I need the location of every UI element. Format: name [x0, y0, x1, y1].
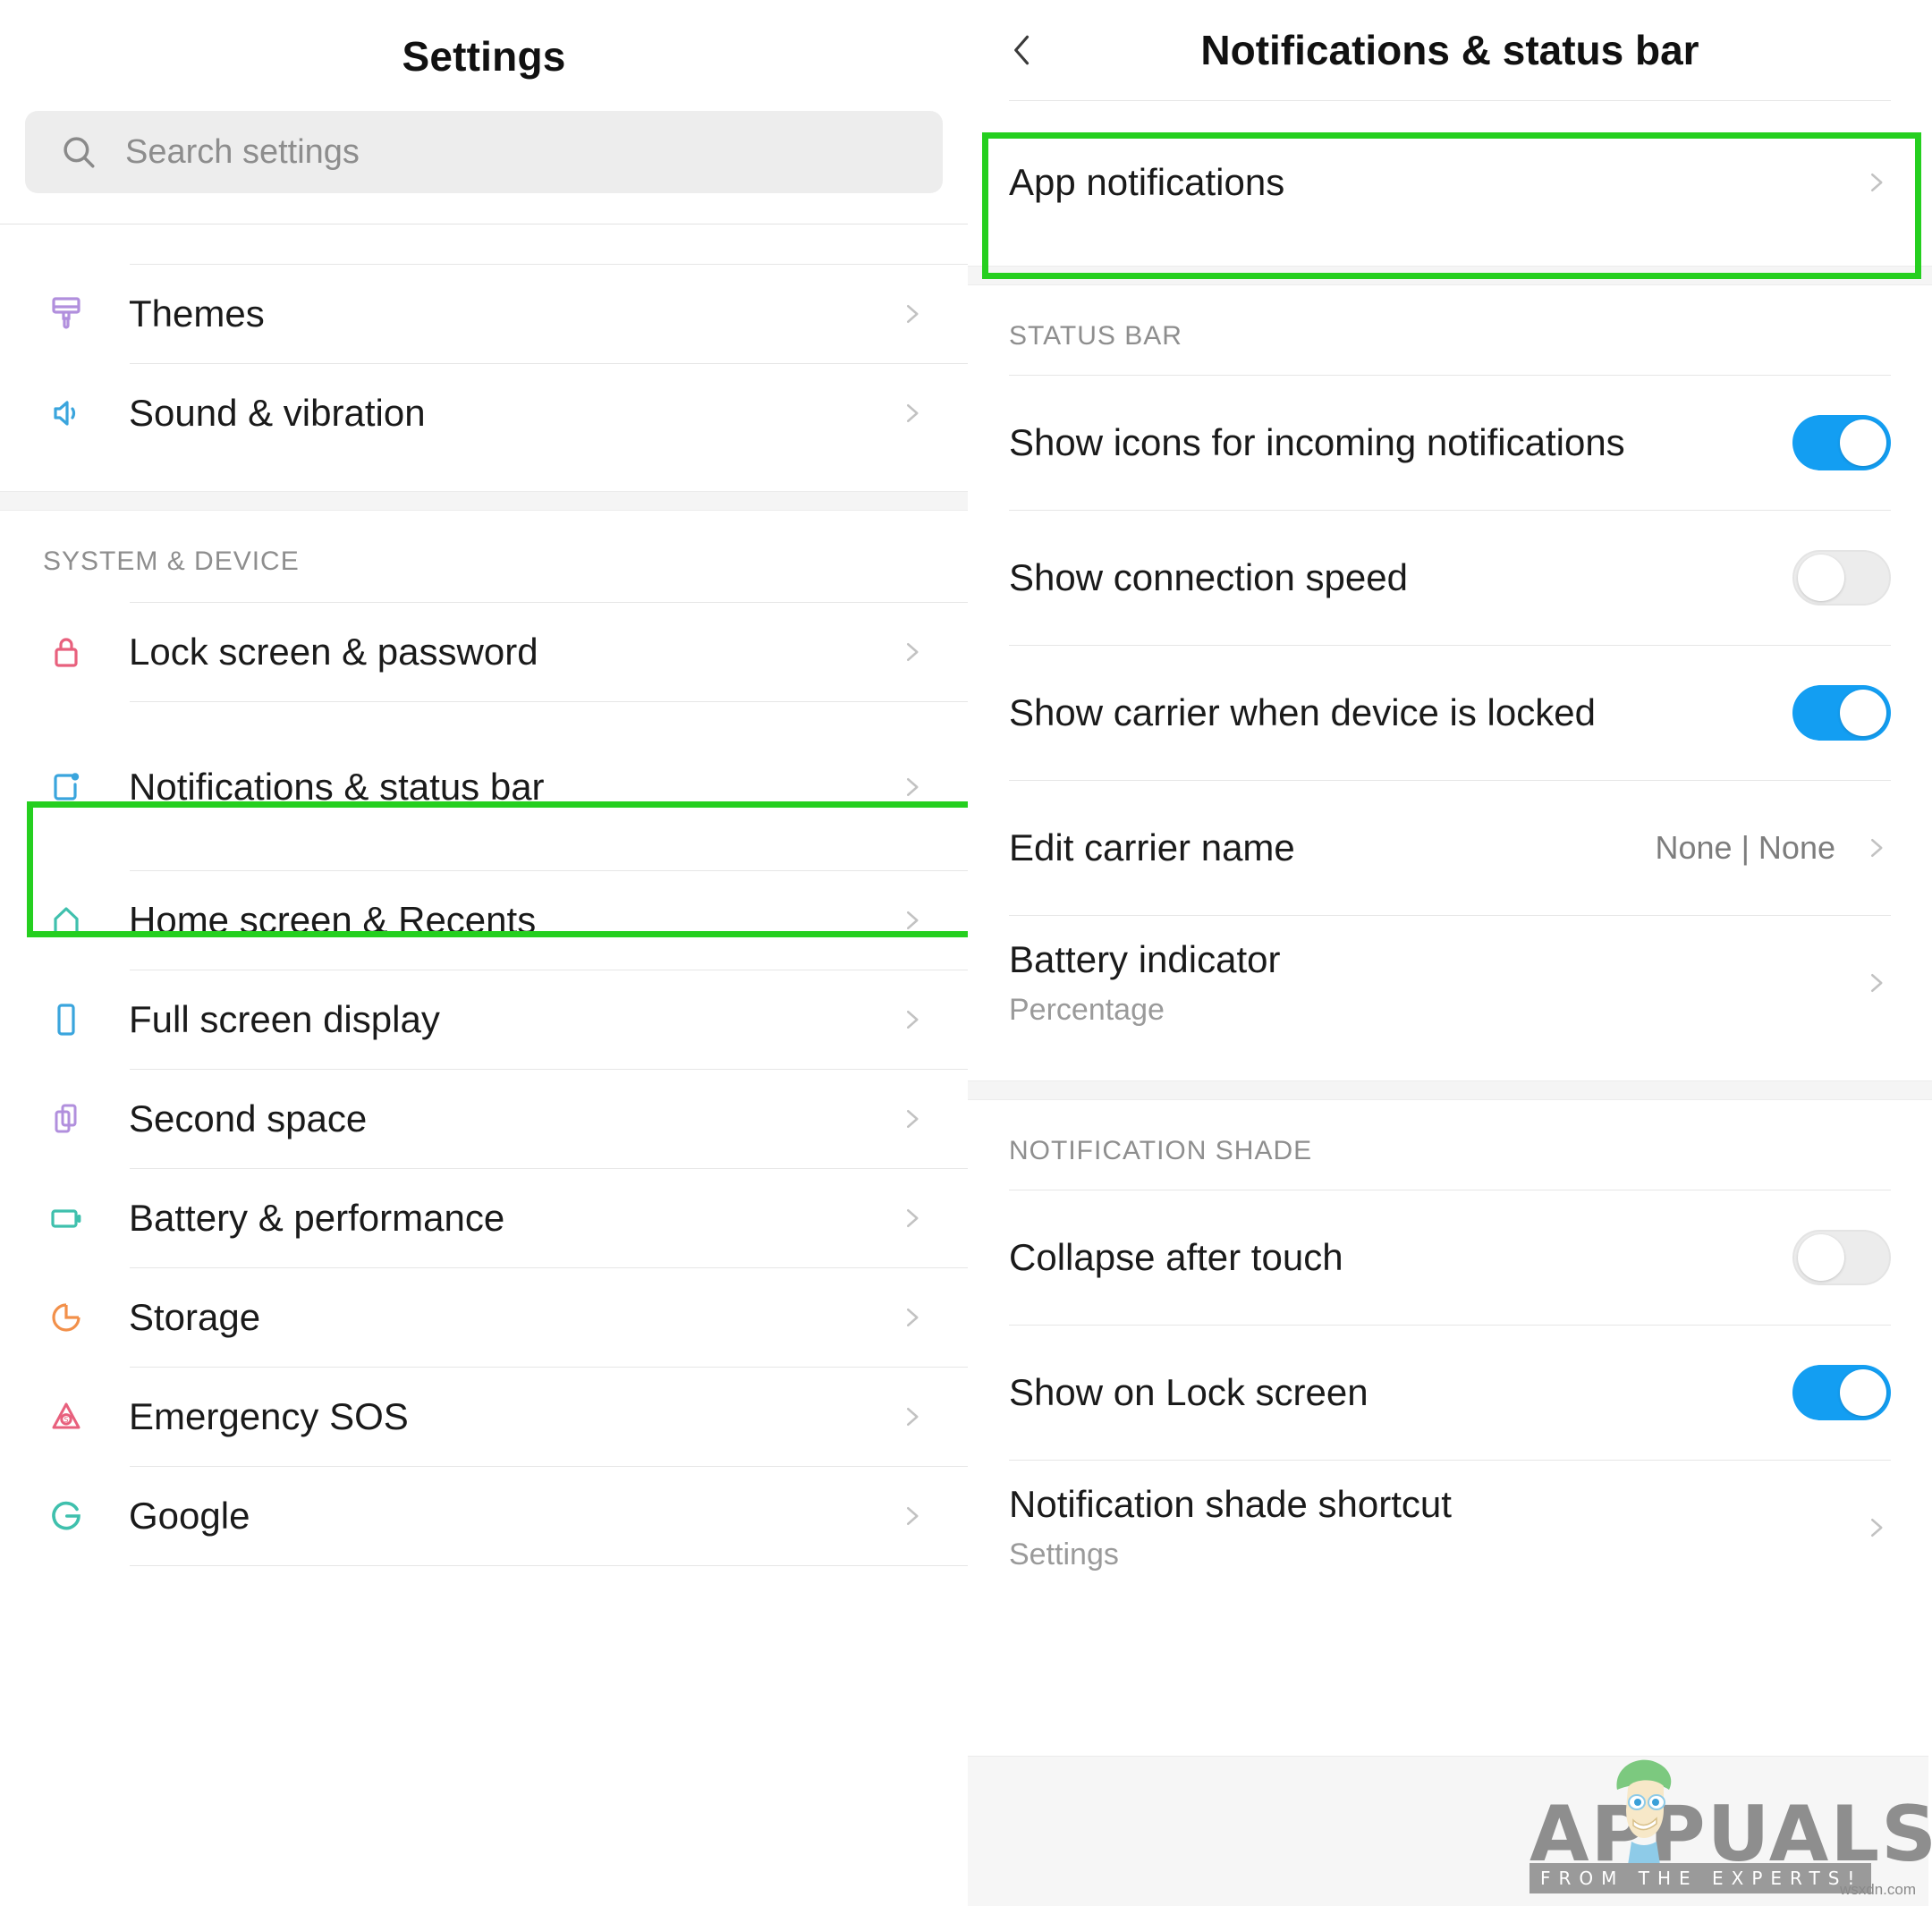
chevron-right-icon — [896, 299, 927, 329]
sidebar-item-storage[interactable]: Storage — [0, 1268, 968, 1367]
row-label: Notification shade shortcut — [1009, 1483, 1452, 1526]
chevron-right-icon — [896, 1104, 927, 1134]
elf-mascot-icon — [1616, 1759, 1672, 1865]
speaker-icon — [38, 392, 95, 435]
sidebar-item-label: Storage — [129, 1296, 261, 1338]
row-label: Show carrier when device is locked — [1009, 690, 1596, 733]
chevron-right-icon — [896, 637, 927, 667]
row-label: Show icons for incoming notifications — [1009, 420, 1625, 463]
toggle-show-on-lock-screen[interactable] — [1792, 1365, 1891, 1420]
phone-icon — [38, 998, 95, 1041]
sidebar-item-label: Emergency SOS — [129, 1395, 409, 1437]
two-phones-icon — [38, 1097, 95, 1140]
row-collapse-after-touch[interactable]: Collapse after touch — [968, 1190, 1932, 1325]
sidebar-item-label: Home screen & Recents — [129, 899, 537, 941]
chevron-right-icon — [1860, 968, 1891, 998]
chevron-right-icon — [896, 1501, 927, 1531]
chevron-right-icon — [896, 1004, 927, 1035]
row-notification-shade-shortcut[interactable]: Notification shade shortcut Settings — [968, 1461, 1932, 1595]
sos-triangle-icon: S — [38, 1395, 95, 1438]
section-header-notification-shade: NOTIFICATION SHADE — [1009, 1136, 1313, 1165]
toggle-collapse-after-touch[interactable] — [1792, 1230, 1891, 1285]
section-gap — [968, 1080, 1932, 1100]
sidebar-item-label: Battery & performance — [129, 1197, 505, 1239]
section-header-status-bar: STATUS BAR — [1009, 321, 1182, 351]
dual-panel-screenshot: Settings Search settings Themes Sound & … — [0, 0, 1932, 1906]
row-label: App notifications — [1009, 160, 1285, 203]
row-label: Edit carrier name — [1009, 826, 1295, 868]
battery-icon — [38, 1197, 95, 1240]
section-gap — [0, 491, 968, 511]
chevron-right-icon — [896, 1203, 927, 1233]
page-title: Notifications & status bar — [1200, 27, 1699, 73]
settings-panel: Settings Search settings Themes Sound & … — [0, 0, 968, 1906]
toggle-show-icons-incoming-notifications[interactable] — [1792, 415, 1891, 470]
sidebar-item-label: Second space — [129, 1097, 368, 1139]
home-icon — [38, 899, 95, 942]
watermark-tagline: FROM THE EXPERTS! — [1530, 1863, 1872, 1893]
sidebar-item-label: Google — [129, 1495, 250, 1537]
sidebar-item-full-screen-display[interactable]: Full screen display — [0, 970, 968, 1069]
search-icon — [59, 132, 98, 172]
brush-icon — [38, 292, 95, 335]
chevron-right-icon — [1860, 1512, 1891, 1543]
watermark-url: wsxdn.com — [1839, 1881, 1916, 1898]
sidebar-item-google[interactable]: Google — [0, 1467, 968, 1565]
sidebar-item-label: Lock screen & password — [129, 631, 538, 673]
row-show-carrier-when-locked[interactable]: Show carrier when device is locked — [968, 646, 1932, 780]
sidebar-item-home-screen-recents[interactable]: Home screen & Recents — [0, 871, 968, 970]
row-subtitle: Settings — [1009, 1537, 1119, 1571]
search-input[interactable]: Search settings — [25, 111, 943, 193]
row-subtitle: Percentage — [1009, 992, 1165, 1027]
sidebar-item-label: Notifications & status bar — [129, 766, 545, 808]
row-label: Show on Lock screen — [1009, 1370, 1368, 1413]
row-edit-carrier-name[interactable]: Edit carrier name None | None — [968, 781, 1932, 915]
lock-icon — [38, 631, 95, 673]
search-container: Search settings — [0, 80, 968, 193]
chevron-right-icon — [896, 772, 927, 802]
chevron-left-icon[interactable] — [998, 26, 1046, 74]
chevron-right-icon — [1860, 833, 1891, 863]
panel-header: Notifications & status bar — [968, 0, 1932, 100]
chevron-right-icon — [896, 398, 927, 428]
row-show-on-lock-screen[interactable]: Show on Lock screen — [968, 1326, 1932, 1460]
row-battery-indicator[interactable]: Battery indicator Percentage — [968, 916, 1932, 1050]
watermark: APPUALS FROM THE EXPERTS! wsxdn.com — [968, 1756, 1932, 1906]
section-header-system-device: SYSTEM & DEVICE — [43, 546, 300, 576]
watermark-brand: APPUALS — [1530, 1790, 1932, 1879]
row-label: Show connection speed — [1009, 555, 1408, 598]
sidebar-item-lock-screen-password[interactable]: Lock screen & password — [0, 603, 968, 701]
pie-chart-icon — [38, 1296, 95, 1339]
row-value: None | None — [1655, 829, 1835, 866]
chevron-right-icon — [896, 905, 927, 936]
divider — [130, 1565, 968, 1566]
row-label: Collapse after touch — [1009, 1235, 1343, 1278]
toggle-show-connection-speed[interactable] — [1792, 550, 1891, 606]
chevron-right-icon — [896, 1302, 927, 1333]
chevron-right-icon — [1860, 167, 1891, 198]
page-title: Settings — [402, 33, 566, 80]
sidebar-item-emergency-sos[interactable]: S Emergency SOS — [0, 1368, 968, 1466]
sidebar-item-sound-vibration[interactable]: Sound & vibration — [0, 364, 968, 462]
notifications-status-bar-panel: Notifications & status bar App notificat… — [968, 0, 1932, 1906]
row-label: Battery indicator — [1009, 938, 1281, 981]
sidebar-item-notifications-status-bar[interactable]: Notifications & status bar — [0, 738, 968, 836]
notification-badge-icon — [38, 766, 95, 809]
row-show-connection-speed[interactable]: Show connection speed — [968, 511, 1932, 645]
toggle-show-carrier-when-locked[interactable] — [1792, 685, 1891, 741]
sidebar-item-label: Full screen display — [129, 998, 440, 1040]
row-app-notifications[interactable]: App notifications — [968, 133, 1932, 232]
sidebar-item-themes[interactable]: Themes — [0, 265, 968, 363]
section-gap — [968, 266, 1932, 285]
sidebar-item-label: Sound & vibration — [129, 392, 426, 434]
row-show-icons-incoming-notifications[interactable]: Show icons for incoming notifications — [968, 376, 1932, 510]
sidebar-item-second-space[interactable]: Second space — [0, 1070, 968, 1168]
svg-text:S: S — [64, 1415, 68, 1424]
chevron-right-icon — [896, 1402, 927, 1432]
sidebar-item-label: Themes — [129, 292, 265, 335]
sidebar-item-battery-performance[interactable]: Battery & performance — [0, 1169, 968, 1267]
google-g-icon — [38, 1495, 95, 1538]
search-placeholder: Search settings — [125, 132, 360, 171]
